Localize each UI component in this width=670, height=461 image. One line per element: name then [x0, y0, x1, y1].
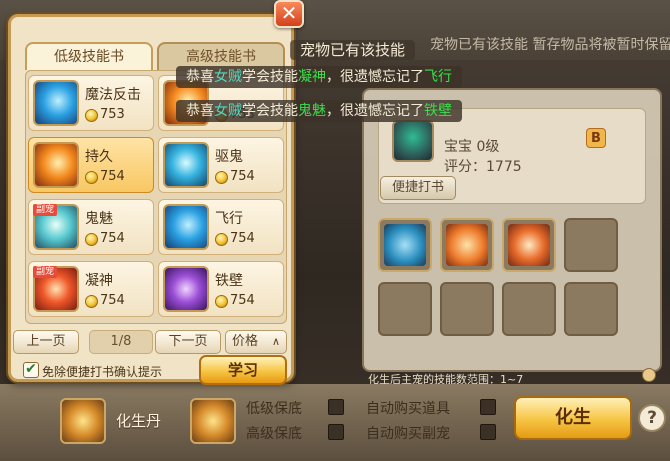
huasheng-button[interactable]: 化生 — [514, 396, 632, 440]
help-icon[interactable]: ? — [638, 404, 666, 432]
pill-item-icon[interactable] — [60, 398, 106, 444]
high-protect-checkbox[interactable] — [328, 424, 344, 440]
book-name: 驱鬼 — [215, 149, 243, 165]
toast-learned-skill: 鬼魅 — [298, 103, 326, 119]
coin-icon — [215, 171, 228, 184]
book-price: 754 — [100, 169, 125, 184]
book-price: 754 — [100, 293, 125, 308]
tab-low-level-books[interactable]: 低级技能书 — [25, 42, 153, 70]
sub-pet-tag: 副宠 — [33, 266, 58, 278]
book-name: 铁壁 — [215, 273, 243, 289]
coin-icon — [85, 109, 98, 122]
pet-skill-slot-empty[interactable] — [564, 218, 618, 272]
book-item[interactable]: 魔法反击 753 — [28, 75, 154, 131]
quick-book-button[interactable]: 便捷打书 — [380, 176, 456, 200]
book-name: 飞行 — [215, 211, 243, 227]
coin-icon — [215, 233, 228, 246]
book-price: 754 — [100, 231, 125, 246]
high-protect-label: 高级保底 — [246, 426, 302, 442]
pet-skill-slot[interactable] — [440, 218, 494, 272]
coin-icon — [215, 295, 228, 308]
pet-skill-slot-empty[interactable] — [564, 282, 618, 336]
background-header-text: 宠物已有该技能 暂存物品将被暂时保留。 — [430, 37, 670, 53]
book-name: 魔法反击 — [85, 87, 141, 103]
book-item-selected[interactable]: 持久 754 — [28, 137, 154, 193]
coin-icon — [85, 171, 98, 184]
book-item[interactable]: 副宠 凝神 754 — [28, 261, 154, 317]
toast-learned-skill: 凝神 — [298, 69, 326, 85]
toast-tail: ，很遗憾忘记了 — [326, 69, 424, 85]
toast-pet-name: 女贼 — [214, 69, 242, 85]
protect-item-icon[interactable] — [190, 398, 236, 444]
toast-learn-message: 恭喜女贼学会技能凝神，很遗憾忘记了飞行 — [176, 66, 462, 88]
book-item[interactable]: 铁壁 754 — [158, 261, 284, 317]
toast-pet-name: 女贼 — [214, 103, 242, 119]
blue-swirl-icon — [33, 80, 79, 126]
book-price: 753 — [100, 107, 125, 122]
orange-swirl-icon — [33, 142, 79, 188]
page-indicator: 1/8 — [89, 330, 153, 354]
toast-learn-message: 恭喜女贼学会技能鬼魅，很遗憾忘记了铁壁 — [176, 100, 462, 122]
pet-skill-slot-empty[interactable] — [502, 282, 556, 336]
pet-skill-slot-empty[interactable] — [440, 282, 494, 336]
coin-icon — [85, 295, 98, 308]
toast-lost-skill: 飞行 — [424, 69, 452, 85]
auto-buy-item-checkbox[interactable] — [480, 399, 496, 415]
purple-shield-icon — [163, 266, 209, 312]
price-sort-label: 价格 — [232, 334, 259, 349]
auto-buy-pet-label: 自动购买副宠 — [366, 426, 450, 442]
pet-score: 评分：1775 — [444, 159, 522, 175]
book-price: 754 — [230, 293, 255, 308]
auto-buy-item-label: 自动购买道具 — [366, 401, 450, 417]
pet-avatar[interactable] — [392, 120, 434, 162]
toast-prefix: 恭喜 — [186, 103, 214, 119]
book-item[interactable]: 驱鬼 754 — [158, 137, 284, 193]
toast-tail: ，很遗憾忘记了 — [326, 103, 424, 119]
book-item[interactable]: 飞行 754 — [158, 199, 284, 255]
pill-label: 化生丹 — [116, 412, 162, 430]
toast-prefix: 恭喜 — [186, 69, 214, 85]
toast-already-has-skill: 宠物已有该技能 — [290, 40, 416, 60]
close-icon[interactable]: ✕ — [274, 0, 304, 28]
pet-skill-slot[interactable] — [378, 218, 432, 272]
blue-wing-icon — [163, 204, 209, 250]
book-name: 持久 — [85, 149, 113, 165]
toast-lost-skill: 铁壁 — [424, 103, 452, 119]
grade-badge: B — [586, 128, 606, 148]
price-sort-button[interactable]: 价格 ∧ — [225, 330, 287, 354]
book-price: 754 — [230, 231, 255, 246]
pet-name: 宝宝 0级 — [444, 139, 500, 155]
next-page-button[interactable]: 下一页 — [155, 330, 221, 354]
learn-button[interactable]: 学习 — [199, 355, 287, 385]
chevron-up-icon: ∧ — [271, 335, 280, 348]
low-protect-checkbox[interactable] — [328, 399, 344, 415]
low-protect-label: 低级保底 — [246, 401, 302, 417]
prev-page-button[interactable]: 上一页 — [13, 330, 79, 354]
ghost-cyan-icon — [163, 142, 209, 188]
book-price: 754 — [230, 169, 255, 184]
toast-mid: 学会技能 — [242, 69, 298, 85]
pet-skill-slot[interactable] — [502, 218, 556, 272]
book-item[interactable]: 副宠 鬼魅 754 — [28, 199, 154, 255]
book-name: 鬼魅 — [85, 211, 113, 227]
auto-buy-pet-checkbox[interactable] — [480, 424, 496, 440]
book-name: 凝神 — [85, 273, 113, 289]
coin-icon — [85, 233, 98, 246]
info-icon[interactable] — [642, 368, 656, 382]
confirm-checkbox[interactable]: ✔ — [23, 362, 39, 378]
toast-mid: 学会技能 — [242, 103, 298, 119]
confirm-label: 免除便捷打书确认提示 — [42, 365, 163, 379]
sub-pet-tag: 副宠 — [33, 204, 58, 216]
pet-skill-slot-empty[interactable] — [378, 282, 432, 336]
